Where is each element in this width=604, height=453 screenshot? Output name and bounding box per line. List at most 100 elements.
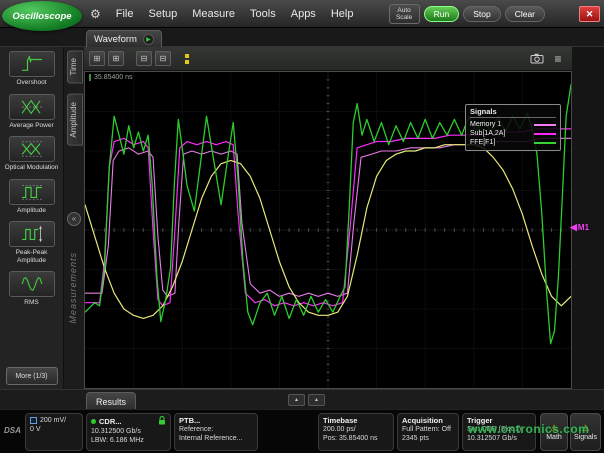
gear-icon[interactable]: ⚙ <box>90 7 101 21</box>
device-label: DSA <box>4 426 21 435</box>
peak-peak-amplitude-icon <box>9 221 55 247</box>
ptb-line2: Internal Reference... <box>179 434 253 443</box>
sidebar-item-label: Optical Modulation <box>5 164 59 172</box>
waveform-panel: ⊞ ⊞ ⊟ ⊟ ≡ 35.85400 ns Signals <box>84 47 572 389</box>
layout-grid-button[interactable]: ⊞ <box>89 51 105 66</box>
legend-label: Sub[1A,2A] <box>470 130 505 137</box>
run-button[interactable]: Run <box>424 6 460 22</box>
results-bar: Results ▲ ▲ <box>0 389 604 409</box>
timebase-label: Timebase <box>323 416 357 425</box>
trigger-source: Src: CDR (Slot 1) <box>467 425 531 434</box>
cdr-label: CDR... <box>99 417 122 426</box>
expand-results-button[interactable]: ▲ <box>288 394 305 406</box>
legend-swatch <box>534 124 556 126</box>
layout-list-button[interactable]: ⊟ <box>136 51 152 66</box>
cdr-panel[interactable]: CDR... 10.312500 Gb/s LBW: 6.186 MHz <box>86 413 171 451</box>
tab-amplitude[interactable]: Amplitude <box>67 94 83 146</box>
left-tab-strip: Time Amplitude « Measurements <box>64 47 84 389</box>
tab-strip: Waveform ▶ <box>0 28 604 47</box>
signals-button-label: Signals <box>574 434 597 441</box>
legend-label: FFE[F1] <box>470 139 495 146</box>
play-icon[interactable]: ▶ <box>143 34 154 45</box>
channel-panel[interactable]: 200 mV/ 0 V <box>25 413 83 451</box>
acquisition-panel[interactable]: Acquisition Full Pattern: Off 2345 pts <box>397 413 459 451</box>
cdr-lbw: LBW: 6.186 MHz <box>91 436 166 445</box>
sidebar-item-label: Amplitude <box>17 207 46 215</box>
layout-grid2-button[interactable]: ⊞ <box>108 51 124 66</box>
cdr-rate: 10.312500 Gb/s <box>91 427 166 436</box>
amplitude-icon <box>9 179 55 205</box>
signals-button[interactable]: ⚠ Signals <box>570 413 601 451</box>
menu-apps[interactable]: Apps <box>291 8 316 20</box>
measurements-sidebar: Overshoot Average Power Optical Modulati… <box>0 47 64 389</box>
auto-scale-button[interactable]: Auto Scale <box>389 4 420 24</box>
stop-button[interactable]: Stop <box>463 6 501 22</box>
channel-offset: 0 V <box>30 425 78 434</box>
ptb-panel[interactable]: PTB... Reference: Internal Reference... <box>174 413 258 451</box>
layout-list2-button[interactable]: ⊟ <box>155 51 171 66</box>
sidebar-item-label: Overshoot <box>17 79 47 87</box>
cdr-locked-indicator <box>91 419 96 424</box>
sidebar-item-label: Average Power <box>9 122 53 130</box>
sidebar-item-overshoot[interactable]: Overshoot <box>3 51 61 87</box>
trigger-panel[interactable]: Trigger Src: CDR (Slot 1) 10.312507 Gb/s <box>462 413 536 451</box>
camera-icon[interactable] <box>528 51 546 67</box>
expand-results-button-2[interactable]: ▲ <box>308 394 325 406</box>
sidebar-item-rms[interactable]: RMS <box>3 271 61 307</box>
overshoot-icon <box>9 51 55 77</box>
sidebar-item-label: Peak-Peak Amplitude <box>3 249 61 264</box>
acquisition-label: Acquisition <box>402 416 443 425</box>
legend-entry: FFE[F1] <box>470 138 556 147</box>
legend-swatch <box>534 133 556 135</box>
marker-arrow-icon: ◀ <box>570 222 577 233</box>
tab-waveform[interactable]: Waveform ▶ <box>86 30 162 47</box>
lock-icon <box>158 416 166 427</box>
menu-file[interactable]: File <box>116 8 134 20</box>
signals-legend: Signals Memory 1 Sub[1A,2A] FFE[F1] <box>465 104 561 151</box>
menu-tools[interactable]: Tools <box>250 8 276 20</box>
optical-modulation-icon <box>9 136 55 162</box>
more-measurements-button[interactable]: More (1/3) <box>6 367 58 385</box>
sidebar-item-optical-modulation[interactable]: Optical Modulation <box>3 136 61 172</box>
status-dots-icon <box>183 52 191 66</box>
timebase-scale: 200.00 ps/ <box>323 425 389 434</box>
timebase-panel[interactable]: Timebase 200.00 ps/ Pos: 35.85400 ns <box>318 413 394 451</box>
legend-entry: Sub[1A,2A] <box>470 129 556 138</box>
right-gutter: ◀ M1 <box>572 47 604 389</box>
average-power-icon <box>9 94 55 120</box>
main-area: Overshoot Average Power Optical Modulati… <box>0 47 604 389</box>
marker-m1[interactable]: ◀ M1 <box>570 222 589 233</box>
warning-icon: ⚠ <box>550 424 558 433</box>
legend-label: Memory 1 <box>470 121 501 128</box>
sidebar-item-label: RMS <box>24 299 38 307</box>
close-button[interactable]: ✕ <box>579 6 600 22</box>
collapse-panel-button[interactable]: « <box>67 212 81 226</box>
rms-icon <box>9 271 55 297</box>
ptb-label: PTB... <box>179 416 200 425</box>
hamburger-menu-icon[interactable]: ≡ <box>549 51 567 67</box>
marker-label: M1 <box>578 223 589 232</box>
menu-setup[interactable]: Setup <box>149 8 178 20</box>
sidebar-item-average-power[interactable]: Average Power <box>3 94 61 130</box>
plot-toolbar: ⊞ ⊞ ⊟ ⊟ ≡ <box>84 47 572 71</box>
acquisition-line1: Full Pattern: Off <box>402 425 454 434</box>
menu-help[interactable]: Help <box>331 8 354 20</box>
warning-icon: ⚠ <box>581 424 589 433</box>
channel-scale: 200 mV/ <box>40 416 66 425</box>
math-button[interactable]: ⚠ Math <box>540 413 568 451</box>
menu-measure[interactable]: Measure <box>192 8 235 20</box>
waveform-display[interactable]: 35.85400 ns Signals Memory 1 Sub[1A,2A] … <box>84 71 572 389</box>
tab-waveform-label: Waveform <box>94 34 137 45</box>
channel-color-swatch <box>30 417 37 424</box>
measurements-panel-title: Measurements <box>68 252 78 324</box>
acquisition-line2: 2345 pts <box>402 434 454 443</box>
trigger-rate: 10.312507 Gb/s <box>467 434 531 443</box>
tab-results[interactable]: Results <box>86 392 136 410</box>
legend-title: Signals <box>470 107 556 118</box>
timebase-position-readout: 35.85400 ns <box>89 74 133 81</box>
legend-entry: Memory 1 <box>470 120 556 129</box>
tab-time[interactable]: Time <box>67 50 83 83</box>
sidebar-item-amplitude[interactable]: Amplitude <box>3 179 61 215</box>
clear-button[interactable]: Clear <box>505 6 545 22</box>
sidebar-item-peak-peak-amplitude[interactable]: Peak-Peak Amplitude <box>3 221 61 264</box>
